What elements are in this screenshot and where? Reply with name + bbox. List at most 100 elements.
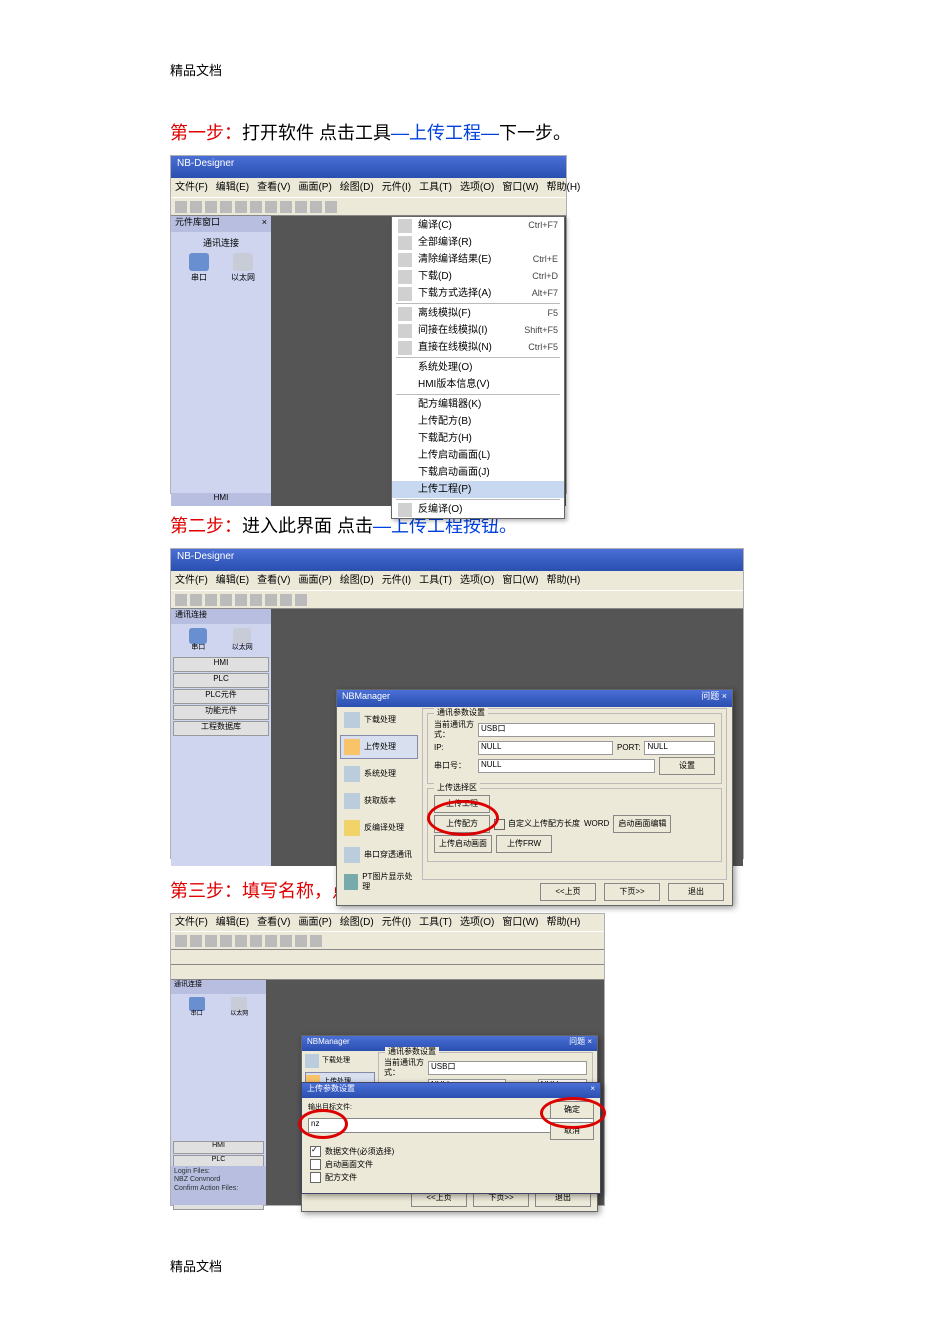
toolbar-icon[interactable] xyxy=(205,594,217,606)
menu-item[interactable]: 画面(P) xyxy=(298,917,331,929)
startup-edit-button[interactable]: 启动画面编辑 xyxy=(613,815,671,833)
toolbar-icon[interactable] xyxy=(265,201,277,213)
menu-offline-sim[interactable]: 离线模拟(F)F5 xyxy=(392,305,564,322)
menu-item[interactable]: 帮助(H) xyxy=(547,575,581,587)
toolbar-icon[interactable] xyxy=(310,201,322,213)
menu-decompile[interactable]: 反编译(O) xyxy=(392,501,564,518)
ok-button[interactable]: 确定 xyxy=(550,1101,594,1119)
menu-item[interactable]: 帮助(H) xyxy=(547,182,581,194)
menu-item[interactable]: 选项(O) xyxy=(460,575,494,587)
upload-logo-button[interactable]: 上传启动画面 xyxy=(434,835,492,853)
menu-indirect-sim[interactable]: 间接在线模拟(I)Shift+F5 xyxy=(392,322,564,339)
next-button[interactable]: 下页>> xyxy=(604,883,660,901)
toolbar-icon[interactable] xyxy=(205,201,217,213)
check-recipe-file[interactable]: 配方文件 xyxy=(302,1171,600,1184)
menu-item[interactable]: 编辑(E) xyxy=(216,575,249,587)
menu-item[interactable]: 绘图(D) xyxy=(340,575,374,587)
toolbar-icon[interactable] xyxy=(235,935,247,947)
menu-item[interactable]: 绘图(D) xyxy=(340,917,374,929)
exit-button[interactable]: 退出 xyxy=(668,883,724,901)
toolbar-icon[interactable] xyxy=(190,201,202,213)
upload-project-button[interactable]: 上传工程 xyxy=(434,795,490,813)
menu-item[interactable]: 窗口(W) xyxy=(502,575,538,587)
menu-item[interactable]: 选项(O) xyxy=(460,917,494,929)
menu-item[interactable]: 画面(P) xyxy=(298,575,331,587)
check-data-file[interactable]: 数据文件(必须选择) xyxy=(302,1145,600,1158)
toolbar-icon[interactable] xyxy=(250,201,262,213)
section-hmi[interactable]: HMI xyxy=(173,1141,264,1154)
menu-compile[interactable]: 编译(C)Ctrl+F7 xyxy=(392,217,564,234)
menu-direct-sim[interactable]: 直接在线模拟(N)Ctrl+F5 xyxy=(392,339,564,356)
serial-icon[interactable]: 串口 xyxy=(189,997,205,1018)
menu-item[interactable]: 选项(O) xyxy=(460,182,494,194)
menu-item[interactable]: 文件(F) xyxy=(175,182,208,194)
menu-item[interactable]: 窗口(W) xyxy=(502,182,538,194)
nav-system[interactable]: 系统处理 xyxy=(340,762,418,786)
check-splash-file[interactable]: 启动画面文件 xyxy=(302,1158,600,1171)
menu-download-method[interactable]: 下载方式选择(A)Alt+F7 xyxy=(392,285,564,302)
section-function[interactable]: 功能元件 xyxy=(173,705,269,720)
menu-item[interactable]: 文件(F) xyxy=(175,575,208,587)
nav-upload[interactable]: 上传处理 xyxy=(340,735,418,759)
menu-upload-project[interactable]: 上传工程(P) xyxy=(392,481,564,498)
toolbar-icon[interactable] xyxy=(220,201,232,213)
menu-download[interactable]: 下载(D)Ctrl+D xyxy=(392,268,564,285)
menu-item[interactable]: 编辑(E) xyxy=(216,917,249,929)
section-hmi[interactable]: HMI xyxy=(173,657,269,672)
menu-upload-splash[interactable]: 上传启动画面(L) xyxy=(392,447,564,464)
nav-download[interactable]: 下载处理 xyxy=(305,1052,375,1070)
menu-item[interactable]: 帮助(H) xyxy=(547,917,581,929)
menu-item[interactable]: 窗口(W) xyxy=(502,917,538,929)
section-plc[interactable]: PLC xyxy=(173,673,269,688)
menu-item[interactable]: 查看(V) xyxy=(257,575,290,587)
menu-item[interactable]: 工具(T) xyxy=(419,575,452,587)
menu-item[interactable]: 编辑(E) xyxy=(216,182,249,194)
upload-frw-button[interactable]: 上传FRW xyxy=(496,835,552,853)
section-plc-element[interactable]: PLC元件 xyxy=(173,689,269,704)
panel-close-icon[interactable]: × xyxy=(262,217,267,231)
prev-button[interactable]: <<上页 xyxy=(540,883,596,901)
toolbar-icon[interactable] xyxy=(175,201,187,213)
toolbar-icon[interactable] xyxy=(265,594,277,606)
toolbar-icon[interactable] xyxy=(190,594,202,606)
menu-item[interactable]: 元件(I) xyxy=(382,917,411,929)
panel-foot[interactable]: HMI xyxy=(171,493,271,506)
nav-download[interactable]: 下载处理 xyxy=(340,708,418,732)
dialog-close-icon[interactable]: × xyxy=(590,1084,595,1097)
toolbar-icon[interactable] xyxy=(235,201,247,213)
toolbar-icon[interactable] xyxy=(175,594,187,606)
toolbar-icon[interactable] xyxy=(310,935,322,947)
toolbar-icon[interactable] xyxy=(280,201,292,213)
nav-decompile[interactable]: 反编译处理 xyxy=(340,816,418,840)
menu-download-recipe[interactable]: 下载配方(H) xyxy=(392,430,564,447)
toolbar-icon[interactable] xyxy=(220,594,232,606)
menu-item[interactable]: 工具(T) xyxy=(419,182,452,194)
toolbar-icon[interactable] xyxy=(250,935,262,947)
toolbar-icon[interactable] xyxy=(190,935,202,947)
serial-icon[interactable]: 串口 xyxy=(189,628,207,652)
menu-compile-all[interactable]: 全部编译(R) xyxy=(392,234,564,251)
menu-item[interactable]: 查看(V) xyxy=(257,182,290,194)
toolbar-icon[interactable] xyxy=(175,935,187,947)
serial-icon[interactable]: 串口 xyxy=(186,253,212,283)
toolbar-icon[interactable] xyxy=(220,935,232,947)
menu-hmi-version[interactable]: HMI版本信息(V) xyxy=(392,376,564,393)
toolbar-icon[interactable] xyxy=(235,594,247,606)
menu-item[interactable]: 绘图(D) xyxy=(340,182,374,194)
nav-ptimage[interactable]: PT图片显示处理 xyxy=(340,870,418,894)
menu-recipe-editor[interactable]: 配方编辑器(K) xyxy=(392,396,564,413)
toolbar-icon[interactable] xyxy=(295,935,307,947)
dialog-window-buttons[interactable]: 问题 × xyxy=(701,691,727,706)
section-db[interactable]: 工程数据库 xyxy=(173,721,269,736)
menu-download-splash[interactable]: 下载启动画面(J) xyxy=(392,464,564,481)
cancel-button[interactable]: 取消 xyxy=(550,1122,594,1140)
menu-item[interactable]: 元件(I) xyxy=(382,575,411,587)
toolbar-icon[interactable] xyxy=(295,594,307,606)
toolbar-icon[interactable] xyxy=(295,201,307,213)
set-button[interactable]: 设置 xyxy=(659,757,715,775)
toolbar-icon[interactable] xyxy=(205,935,217,947)
nav-passthrough[interactable]: 串口穿透通讯 xyxy=(340,843,418,867)
toolbar-icon[interactable] xyxy=(280,935,292,947)
upload-recipe-button[interactable]: 上传配方 xyxy=(434,815,490,833)
menu-item[interactable]: 画面(P) xyxy=(298,182,331,194)
